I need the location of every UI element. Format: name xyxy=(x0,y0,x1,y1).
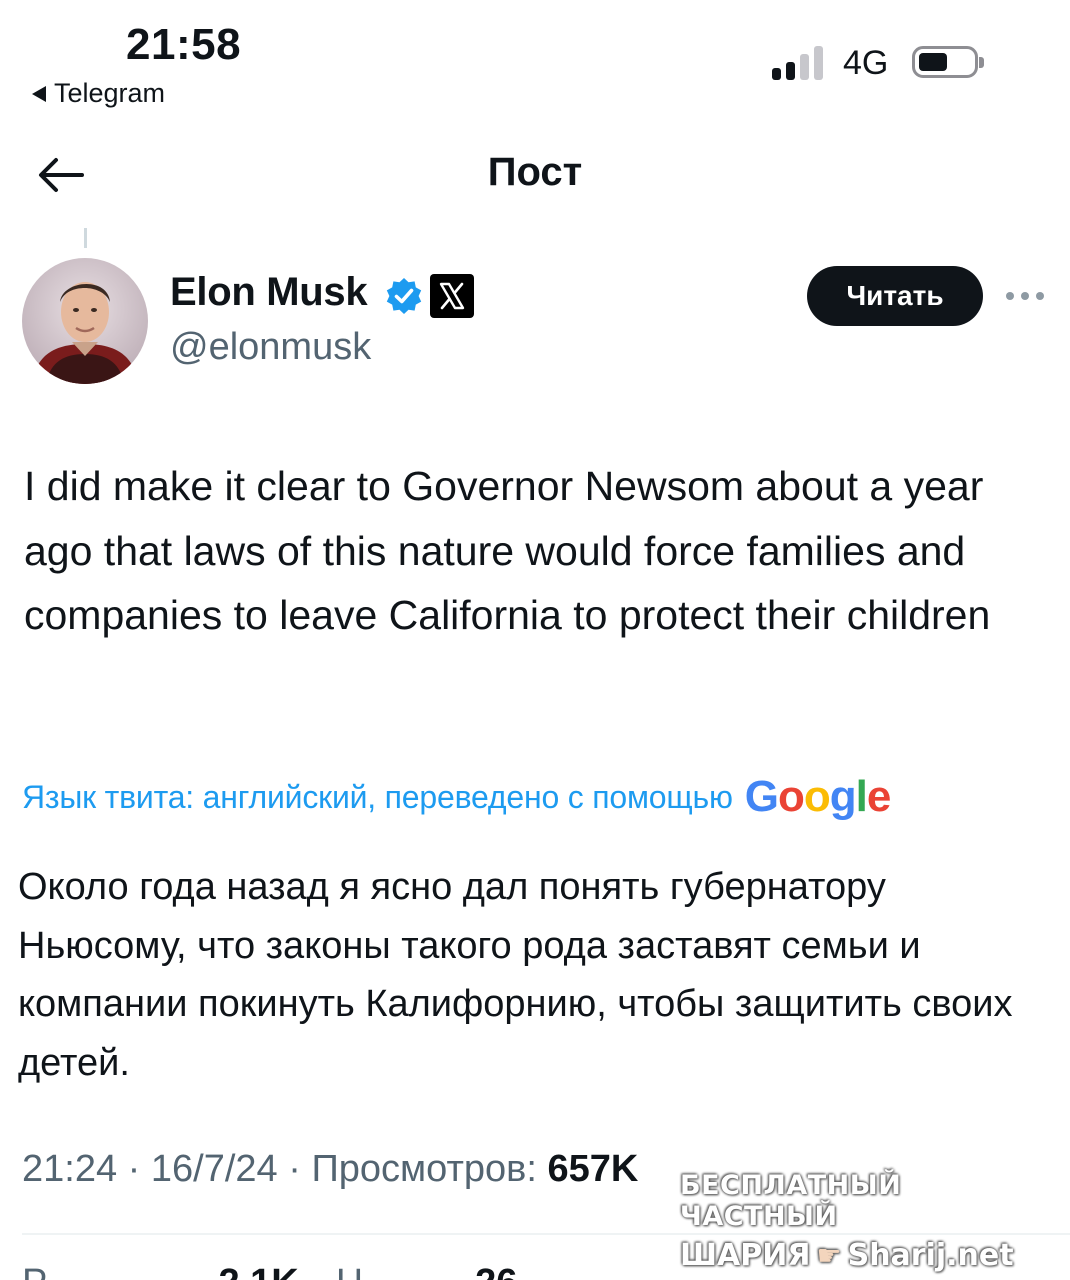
engagement-stats[interactable]: Р 2.1K Ц 26 xyxy=(22,1262,517,1280)
page-title: Пост xyxy=(487,150,583,194)
tweet-date: 16/7/24 xyxy=(150,1148,278,1190)
more-options-icon[interactable] xyxy=(1004,282,1046,310)
translation-note: Язык твита: английский, переведено с пом… xyxy=(22,778,733,815)
translation-attribution[interactable]: Язык твита: английский, переведено с пом… xyxy=(22,772,1062,822)
author-name[interactable]: Elon Musk xyxy=(170,270,368,315)
quotes-label: Ц xyxy=(336,1262,364,1280)
back-triangle-icon xyxy=(32,85,46,102)
post-screen: 21:58 Telegram 4G Пост Elon Musk @elonmu… xyxy=(0,0,1070,1280)
author-handle[interactable]: @elonmusk xyxy=(170,326,371,369)
verified-badge-icon xyxy=(384,276,424,316)
tweet-meta: 21:24 · 16/7/24 · Просмотров: 657K xyxy=(22,1148,639,1190)
tweet-time: 21:24 xyxy=(22,1148,118,1190)
x-logo-icon xyxy=(430,274,474,318)
watermark-line1: БЕСПЛАТНЫЙ ЧАСТНЫЙ xyxy=(680,1170,902,1232)
pointing-hand-icon: ☛ xyxy=(816,1239,842,1272)
views-count: 657K xyxy=(547,1148,639,1190)
avatar[interactable] xyxy=(22,258,148,384)
quotes-count: 26 xyxy=(475,1262,517,1280)
translated-tweet-text: Около года назад я ясно дал понять губер… xyxy=(18,866,1013,1084)
google-logo: Google xyxy=(744,772,892,821)
reposts-count: 2.1K xyxy=(218,1262,298,1280)
watermark-line2-right: Sharij.net xyxy=(847,1238,1014,1273)
status-time: 21:58 xyxy=(126,20,242,69)
signal-strength-icon xyxy=(772,46,823,80)
follow-button[interactable]: Читать xyxy=(807,266,983,326)
back-to-app-button[interactable]: Telegram xyxy=(32,78,165,109)
thread-connector xyxy=(84,228,87,248)
watermark: БЕСПЛАТНЫЙ ЧАСТНЫЙ ШАРИЯ ☛ Sharij.net xyxy=(680,1170,1060,1273)
views-label: Просмотров: xyxy=(311,1148,537,1190)
reposts-label: Р xyxy=(22,1262,47,1280)
watermark-line2-left: ШАРИЯ xyxy=(680,1238,811,1273)
back-app-label: Telegram xyxy=(54,78,166,108)
tweet-text: I did make it clear to Governor Newsom a… xyxy=(24,463,991,638)
network-type: 4G xyxy=(843,44,889,82)
battery-icon xyxy=(912,46,984,78)
